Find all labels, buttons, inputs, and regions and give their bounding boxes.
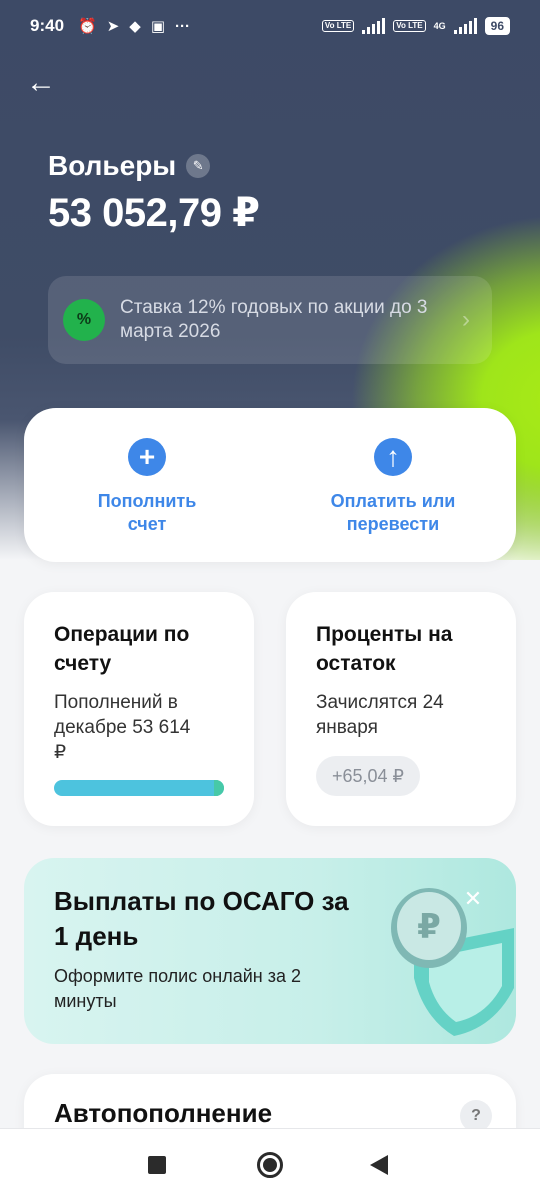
account-title: Вольеры ✎ bbox=[48, 150, 211, 182]
battery-icon: 96 bbox=[484, 17, 510, 35]
top-up-label: Пополнить счет bbox=[97, 491, 197, 534]
volte-icon-2: Vo LTE bbox=[393, 20, 426, 32]
alarm-icon: ⏰ bbox=[78, 18, 97, 35]
close-icon[interactable]: ✕ bbox=[460, 886, 486, 912]
account-name: Вольеры bbox=[48, 150, 177, 181]
top-up-button[interactable]: + Пополнить счет bbox=[24, 408, 270, 562]
interest-card[interactable]: Проценты на остаток Зачислятся 24 января… bbox=[286, 592, 516, 826]
network-type: 4G bbox=[433, 21, 446, 31]
arrow-up-icon: ↑ bbox=[374, 438, 412, 476]
back-arrow-icon[interactable]: ← bbox=[26, 66, 60, 100]
home-icon[interactable] bbox=[257, 1152, 283, 1178]
plus-icon: + bbox=[128, 438, 166, 476]
pay-transfer-button[interactable]: ↑ Оплатить или перевести bbox=[270, 408, 516, 562]
account-balance: 53 052,79 ₽ bbox=[48, 191, 260, 235]
percent-badge-icon: % bbox=[66, 302, 102, 338]
app-icon: ▣ bbox=[150, 18, 166, 35]
telegram-icon: ➤ bbox=[106, 18, 120, 35]
status-bar: 9:40 ⏰ ➤ ◆ ▣ ··· Vo LTE Vo LTE 4G 96 bbox=[0, 0, 540, 52]
system-nav-bar bbox=[0, 1128, 540, 1200]
volte-icon: Vo LTE bbox=[321, 20, 355, 32]
svg-text:₽: ₽ bbox=[417, 907, 441, 947]
status-time: 9:40 bbox=[30, 16, 65, 35]
promo-banner[interactable]: % Ставка 12% годовых по акции до 3 марта… bbox=[48, 276, 492, 364]
interest-title: Проценты на остаток bbox=[316, 623, 453, 675]
promo-text: Ставка 12% годовых по акции до 3 марта 2… bbox=[120, 297, 428, 342]
operations-subtitle: Пополнений в декабре 53 614 ₽ bbox=[54, 692, 191, 763]
interest-subtitle: Зачислятся 24 января bbox=[316, 692, 444, 738]
edit-icon[interactable]: ✎ bbox=[186, 154, 211, 178]
more-icon: ··· bbox=[175, 17, 191, 35]
signal-icon bbox=[362, 18, 386, 34]
interest-amount-badge: +65,04 ₽ bbox=[316, 756, 421, 796]
operations-progress-bar bbox=[54, 780, 224, 796]
dropbox-icon: ◆ bbox=[129, 18, 141, 35]
actions-card: + Пополнить счет ↑ Оплатить или перевест… bbox=[24, 408, 516, 562]
osago-banner[interactable]: Выплаты по ОСАГО за 1 день Оформите поли… bbox=[24, 858, 516, 1044]
banner-subtitle: Оформите полис онлайн за 2 минуты bbox=[54, 966, 301, 1011]
signal-icon-2 bbox=[453, 18, 477, 34]
banner-title: Выплаты по ОСАГО за 1 день bbox=[54, 886, 349, 951]
operations-card[interactable]: Операции по счету Пополнений в декабре 5… bbox=[24, 592, 254, 826]
chevron-right-icon: › bbox=[462, 306, 470, 333]
operations-title: Операции по счету bbox=[54, 623, 190, 675]
autofill-title: Автопополнение bbox=[54, 1098, 273, 1128]
shield-coin-icon: ₽ bbox=[391, 888, 514, 1036]
recent-apps-icon[interactable] bbox=[148, 1156, 166, 1174]
pay-transfer-label: Оплатить или перевести bbox=[330, 491, 456, 534]
back-icon[interactable] bbox=[370, 1155, 388, 1175]
